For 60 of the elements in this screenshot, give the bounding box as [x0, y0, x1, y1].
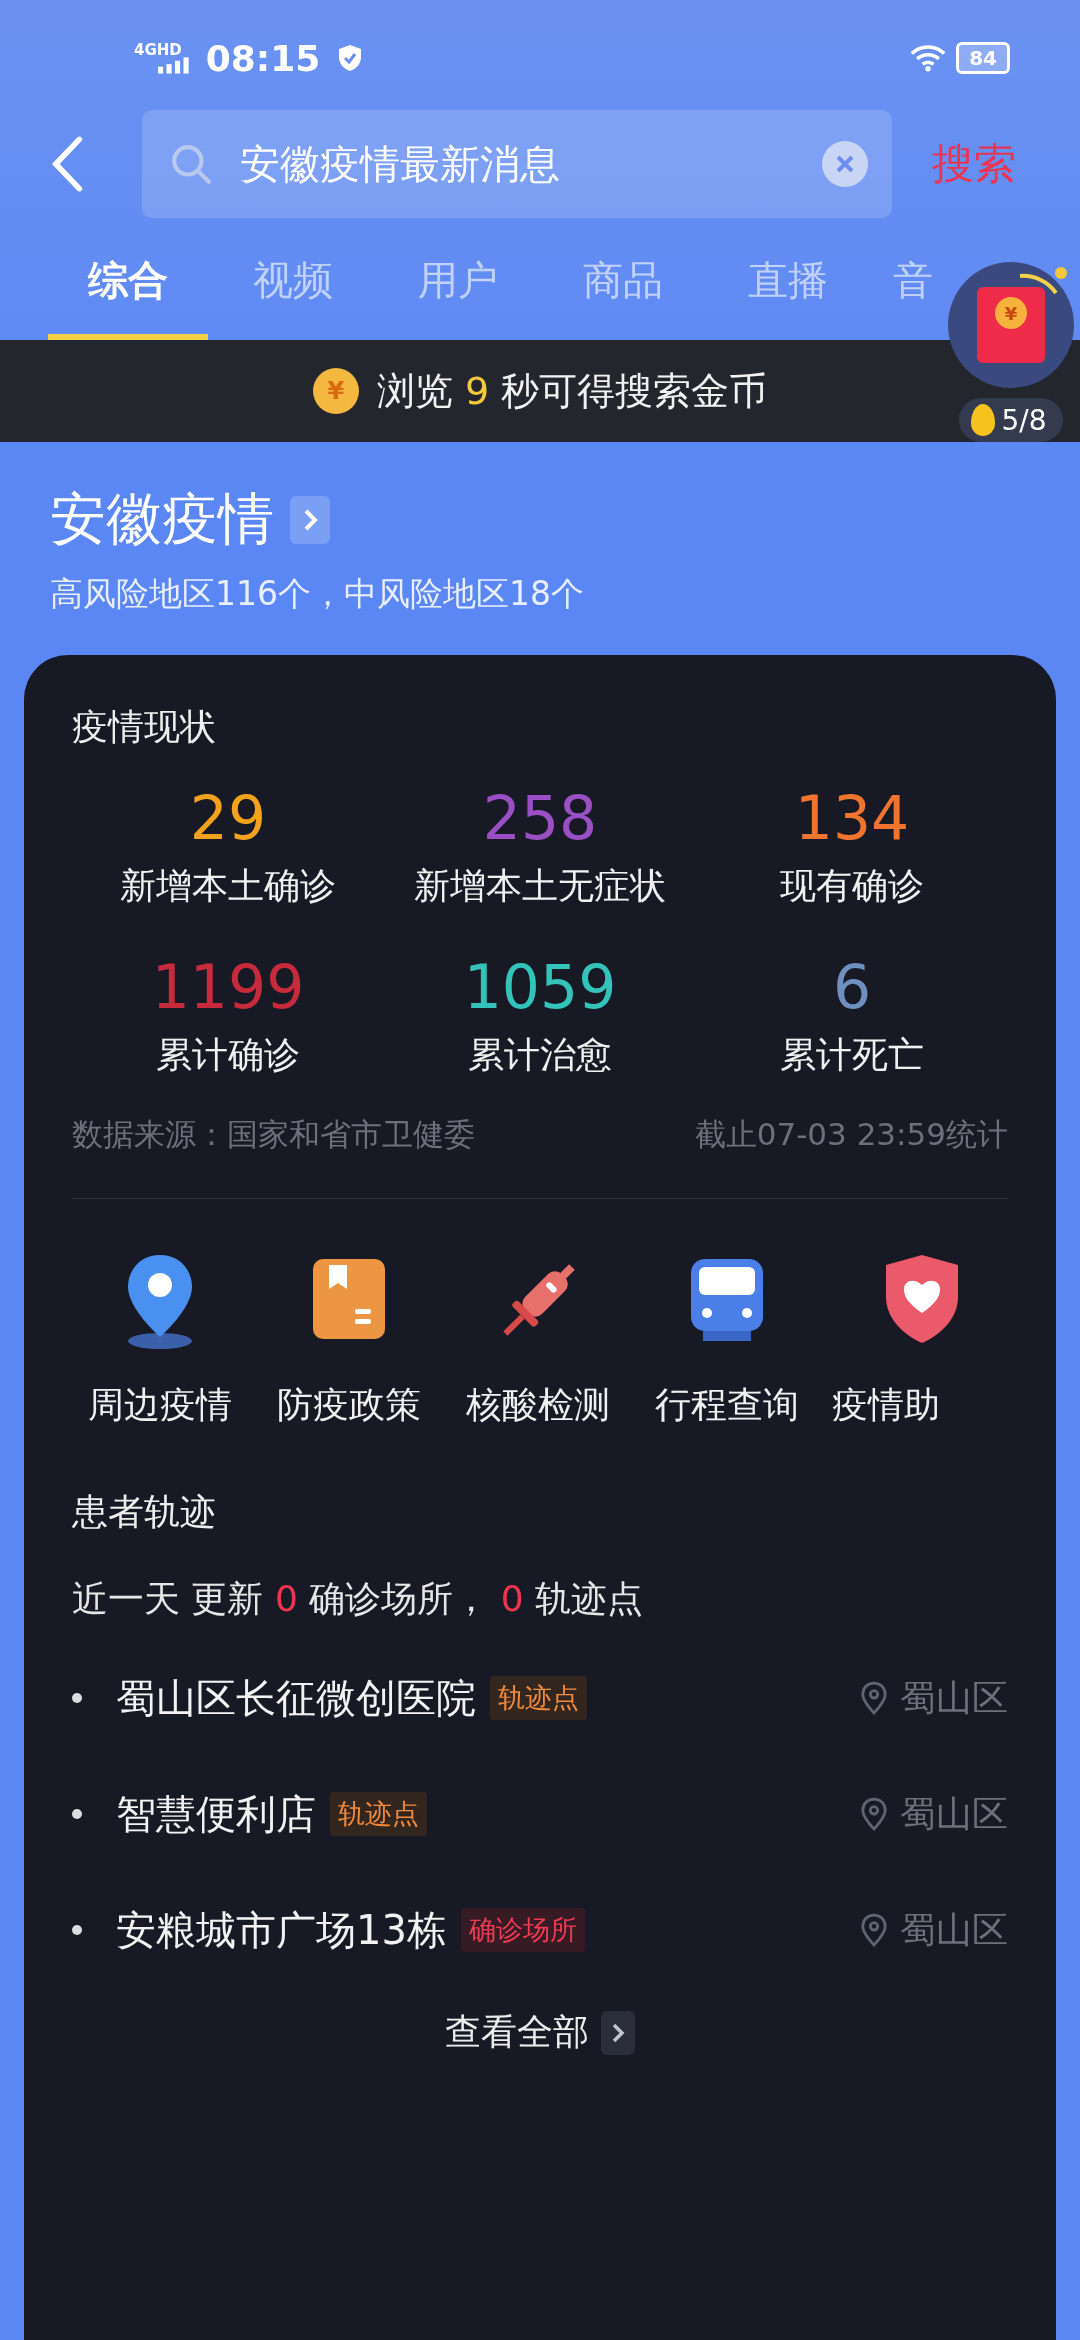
coin-icon: ¥	[312, 368, 359, 414]
wifi-icon	[910, 44, 947, 72]
stat-label: 现有确诊	[780, 864, 924, 908]
place-tag: 确诊场所	[460, 1908, 585, 1952]
place-name[interactable]: 蜀山区长征微创医院	[116, 1670, 476, 1726]
stat-label: 累计确诊	[156, 1033, 300, 1077]
signal-icon	[157, 56, 192, 74]
shortcut-item[interactable]: 核酸检测	[450, 1251, 626, 1430]
tab[interactable]: 商品	[543, 240, 703, 340]
place-name[interactable]: 安粮城市广场13栋	[116, 1902, 447, 1958]
place-tag: 轨迹点	[490, 1676, 587, 1720]
search-icon	[170, 143, 212, 185]
shortcut-item[interactable]: 防疫政策	[261, 1251, 437, 1430]
progress-arc-icon	[1018, 266, 1068, 296]
region-title[interactable]: 安徽疫情	[50, 482, 274, 558]
back-icon[interactable]	[50, 136, 84, 192]
bullet-dot	[72, 1925, 82, 1935]
place-tag: 轨迹点	[330, 1792, 427, 1836]
location-pin-icon	[860, 1913, 888, 1947]
network-label: 4GHD	[134, 41, 182, 59]
view-all-link[interactable]: 查看全部	[445, 2008, 589, 2057]
shortcut-item[interactable]: 周边疫情	[72, 1251, 248, 1430]
risk-summary: 高风险地区116个，中风险地区18个	[50, 573, 585, 615]
bullet-dot	[72, 1809, 82, 1819]
shield-check-icon	[338, 44, 363, 72]
clear-button[interactable]	[822, 141, 868, 187]
stat-value: 258	[482, 782, 598, 854]
stat-label: 新增本土无症状	[414, 864, 666, 908]
stat-label: 累计死亡	[780, 1033, 924, 1077]
stat-value: 1199	[151, 951, 305, 1023]
clock-time: 08:15	[205, 37, 321, 79]
tab[interactable]: 直播	[708, 240, 868, 340]
tab[interactable]: 音	[873, 240, 943, 340]
shortcut-item[interactable]: 疫情助	[828, 1251, 1008, 1430]
envelope-icon: ¥	[977, 287, 1045, 363]
section-title: 疫情现状	[72, 705, 217, 749]
update-time: 截止07-03 23:59统计	[694, 1115, 1008, 1154]
bullet-dot	[72, 1693, 82, 1703]
update-summary: 近一天 更新 0 确诊场所， 0 轨迹点	[72, 1577, 645, 1621]
stat-label: 新增本土确诊	[120, 864, 336, 908]
district-label: 蜀山区	[900, 1907, 1008, 1952]
location-pin-icon	[860, 1681, 888, 1715]
district-label: 蜀山区	[900, 1675, 1008, 1720]
chevron-right-icon[interactable]	[601, 2010, 635, 2055]
section-title: 患者轨迹	[72, 1490, 217, 1534]
reward-text: 浏览 9 秒可得搜索金币	[376, 367, 768, 415]
data-source: 数据来源：国家和省市卫健委	[72, 1115, 475, 1154]
shortcut-item[interactable]: 行程查询	[639, 1251, 815, 1430]
tab[interactable]: 视频	[213, 240, 373, 340]
tab[interactable]: 用户	[378, 240, 538, 340]
place-name[interactable]: 智慧便利店	[116, 1786, 316, 1842]
stat-label: 累计治愈	[468, 1033, 612, 1077]
district-label: 蜀山区	[900, 1791, 1008, 1836]
location-pin-icon	[860, 1797, 888, 1831]
battery-level: 84	[956, 42, 1010, 74]
stat-value: 1059	[463, 951, 617, 1023]
reward-packet-button[interactable]: ¥	[948, 262, 1074, 388]
stat-value: 29	[189, 782, 267, 854]
stat-value: 6	[832, 951, 872, 1023]
stat-value: 134	[794, 782, 910, 854]
